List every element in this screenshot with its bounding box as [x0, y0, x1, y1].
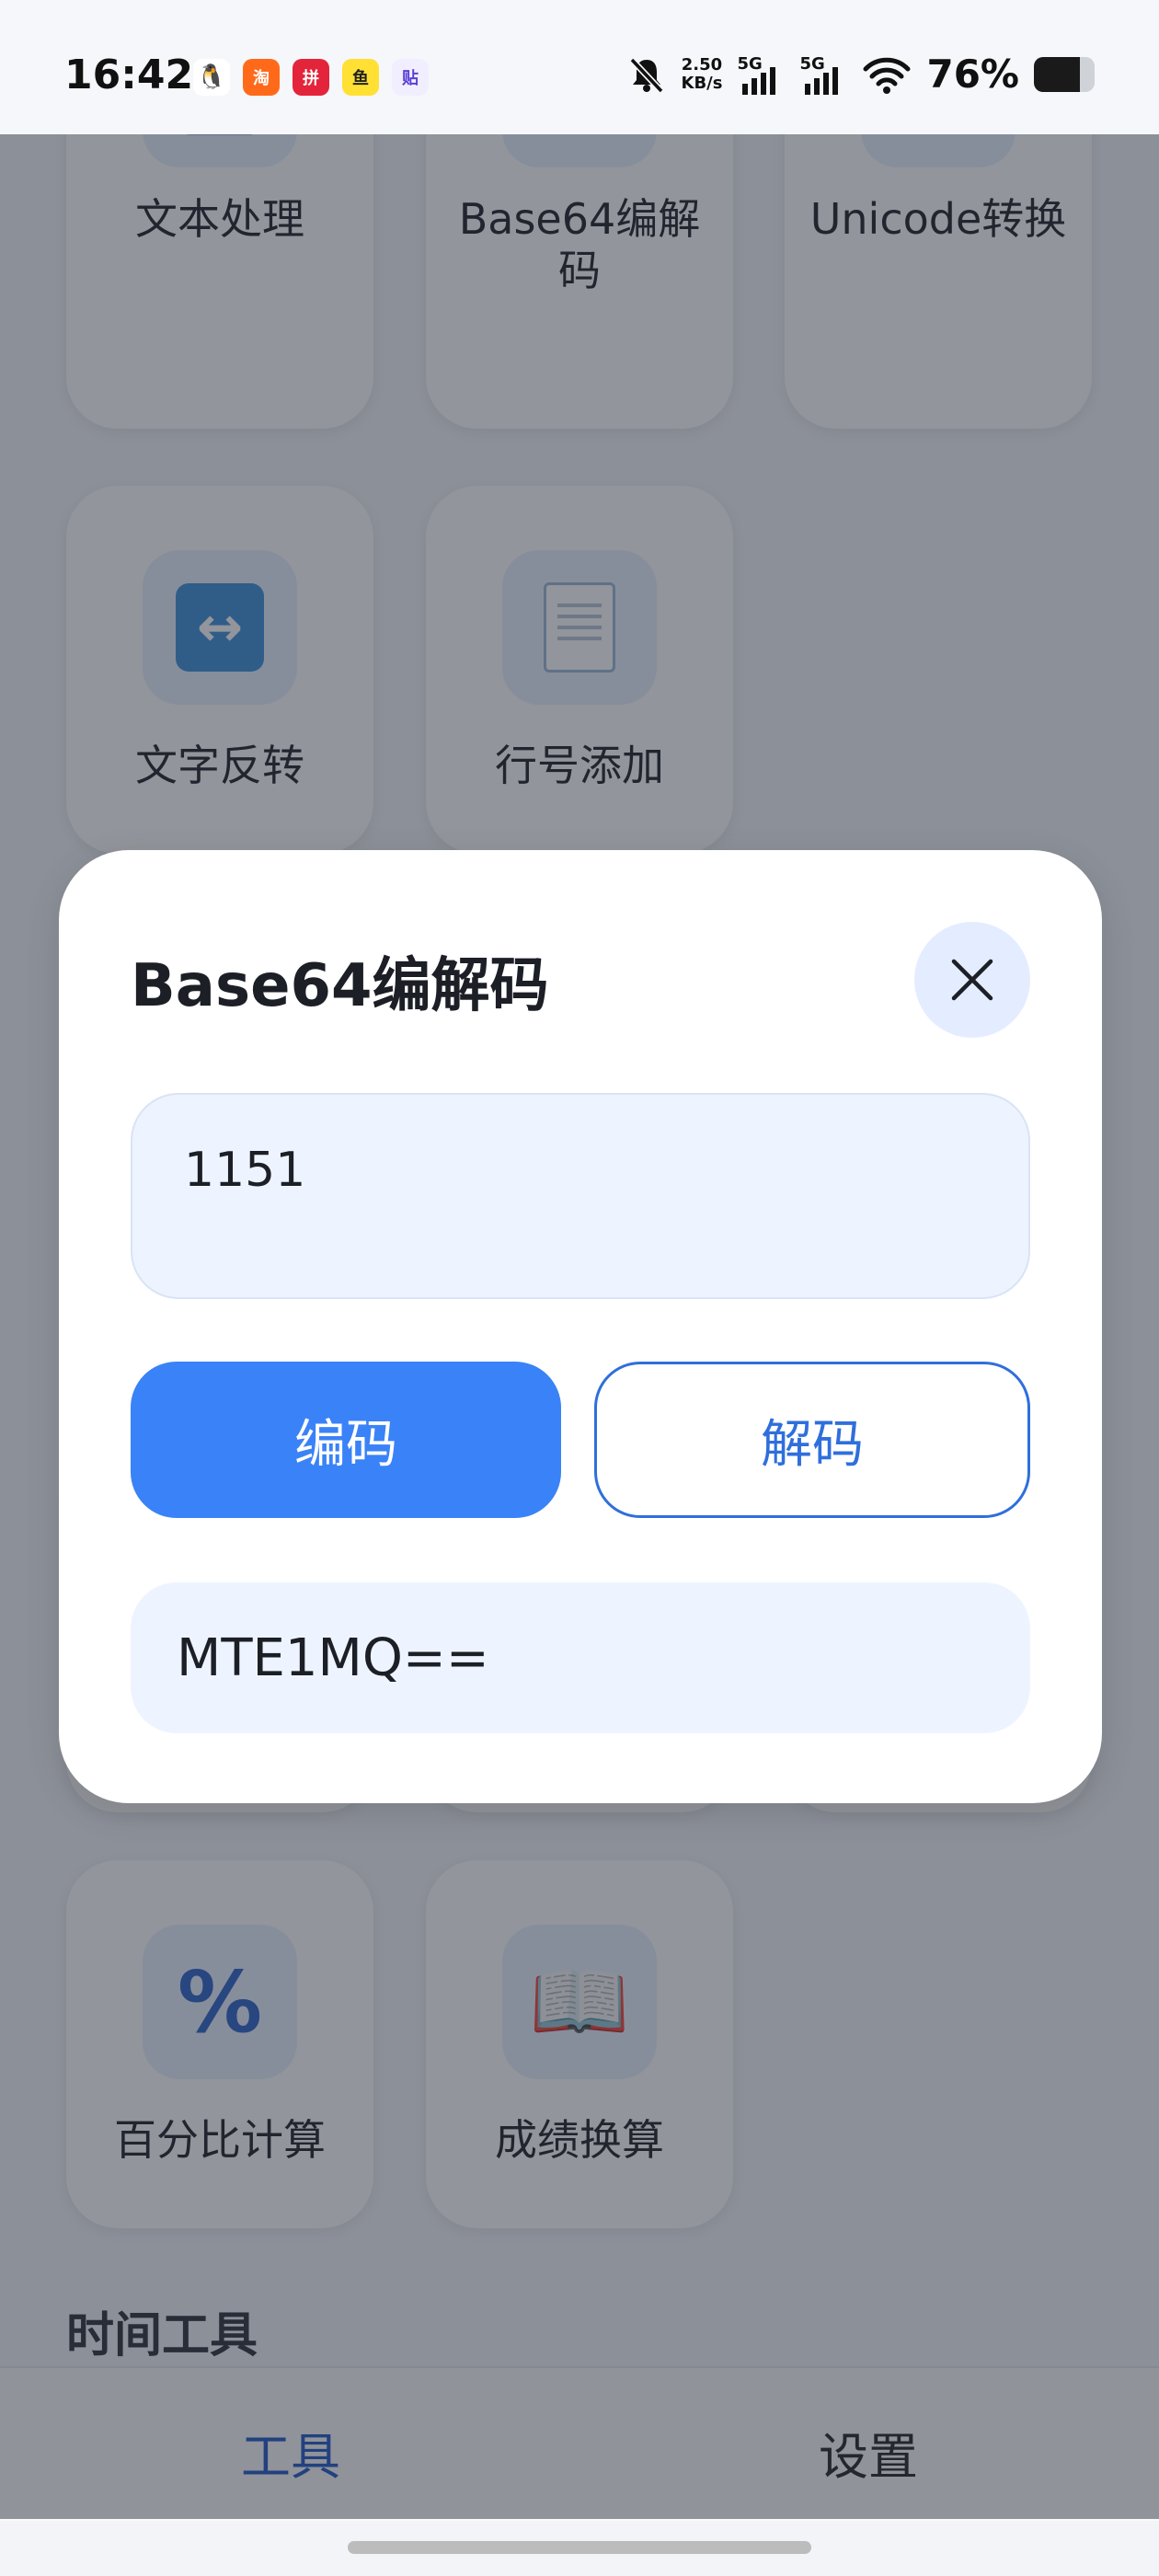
network-speed-unit: KB/s: [681, 73, 723, 93]
xianyu-icon: 鱼: [342, 59, 379, 96]
network-speed-value: 2.50: [681, 54, 723, 75]
notification-icons: 🐧 淘 拼 鱼 贴: [193, 59, 429, 96]
taobao-icon: 淘: [243, 59, 280, 96]
battery-icon: [1034, 56, 1095, 92]
pinduoduo-icon: 拼: [293, 59, 329, 96]
base64-input[interactable]: 1151: [131, 1093, 1030, 1299]
status-right: 2.50 KB/s 5G 5G 76%: [626, 52, 1095, 97]
status-time: 16:42: [64, 52, 194, 98]
base64-dialog: Base64编解码 1151 编码 解码 MTE1MQ==: [59, 850, 1102, 1803]
battery-fill: [1034, 56, 1081, 92]
tieba-icon: 贴: [392, 59, 429, 96]
close-icon: [951, 959, 993, 1001]
wifi-icon: [863, 57, 911, 94]
result-text: MTE1MQ==: [177, 1627, 489, 1688]
signal-2-icon: 5G: [799, 54, 847, 95]
mute-bell-icon: [628, 57, 664, 93]
close-button[interactable]: [914, 922, 1030, 1038]
home-indicator[interactable]: [348, 2541, 811, 2554]
dialog-title: Base64编解码: [131, 952, 549, 1020]
decode-button[interactable]: 解码: [594, 1362, 1030, 1518]
status-bar: 16:42 🐧 淘 拼 鱼 贴 2.50 KB/s 5G 5G 76%: [0, 0, 1159, 134]
signal-1-icon: 5G: [737, 54, 785, 95]
result-output[interactable]: MTE1MQ==: [131, 1582, 1030, 1733]
qq-icon: 🐧: [193, 59, 230, 96]
encode-button[interactable]: 编码: [131, 1362, 561, 1518]
battery-percent: 76%: [926, 52, 1019, 97]
network-speed: 2.50 KB/s: [681, 54, 723, 93]
